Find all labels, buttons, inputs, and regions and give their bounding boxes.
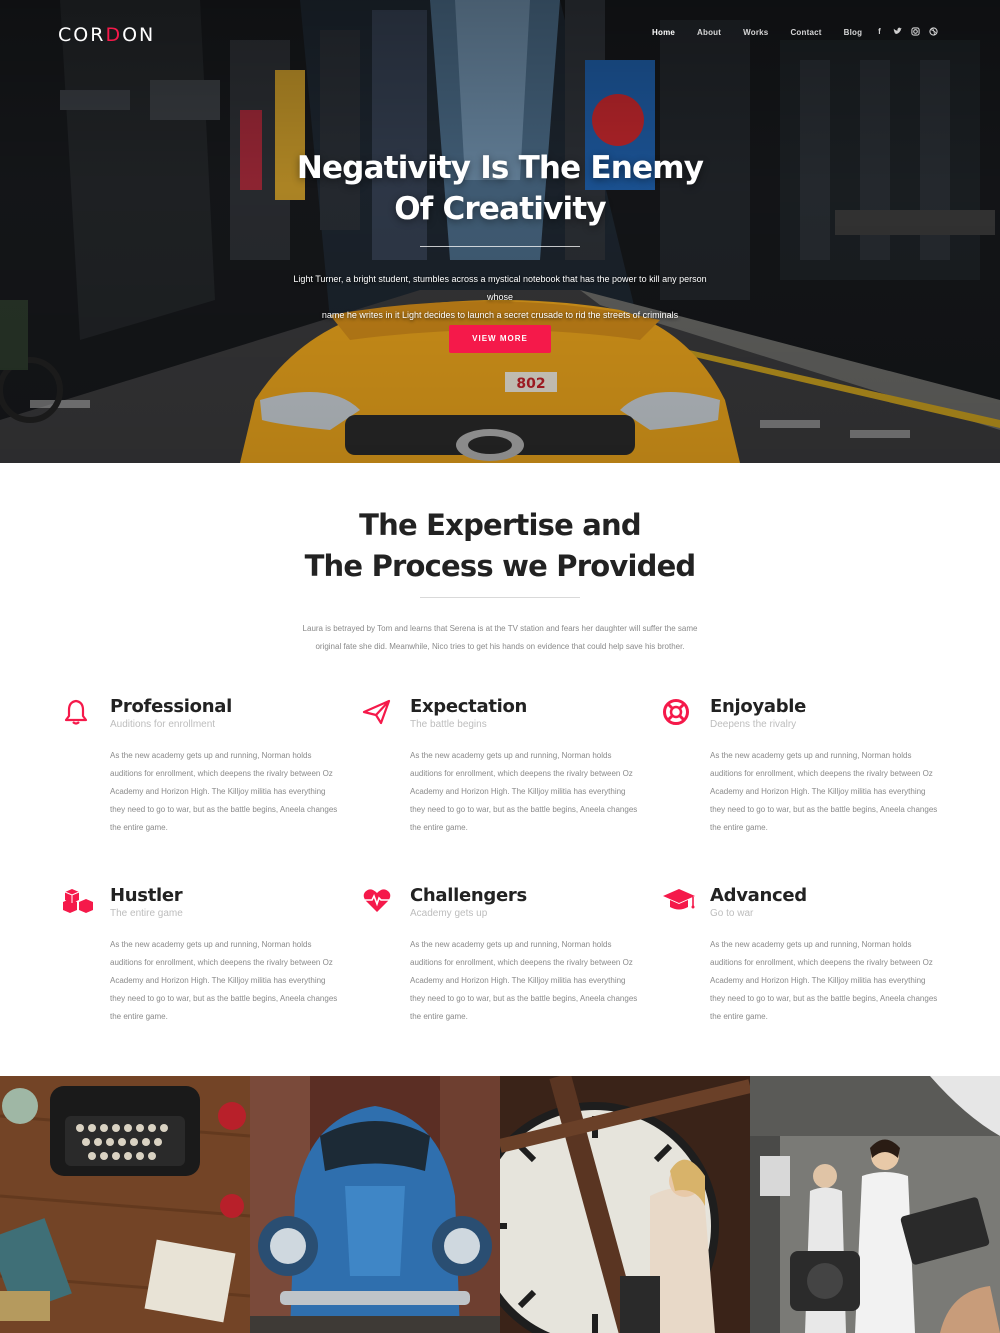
brand-logo[interactable]: CORDON	[58, 24, 155, 46]
section-divider	[420, 597, 580, 598]
feature-body: As the new academy gets up and running, …	[410, 751, 638, 832]
blue-car-photo[interactable]	[250, 1076, 500, 1333]
nav-item-contact[interactable]: Contact	[790, 28, 821, 37]
social-links: f	[875, 27, 947, 37]
section-description: Laura is betrayed by Tom and learns that…	[290, 620, 710, 656]
section-description-line-2: original fate she did. Meanwhile, Nico t…	[315, 642, 685, 651]
feature-title: Hustler	[110, 885, 183, 906]
twitter-icon[interactable]	[893, 27, 902, 37]
hero-description-line-1: Light Turner, a bright student, stumbles…	[293, 274, 707, 302]
bell-icon	[62, 698, 96, 728]
feature-subtitle: The battle begins	[410, 719, 487, 730]
feature-body: As the new academy gets up and running, …	[710, 940, 938, 1021]
life-ring-icon	[662, 698, 696, 728]
section-description-line-1: Laura is betrayed by Tom and learns that…	[302, 624, 698, 633]
graduation-cap-icon	[662, 887, 696, 917]
feature-subtitle: The entire game	[110, 908, 183, 919]
hero-divider	[420, 246, 580, 247]
main-nav: Home About Works Contact Blog	[652, 28, 884, 37]
typewriter-photo[interactable]	[0, 1076, 250, 1333]
feature-title: Expectation	[410, 696, 528, 717]
feature-title: Professional	[110, 696, 232, 717]
facebook-icon[interactable]: f	[875, 27, 884, 37]
nav-item-works[interactable]: Works	[743, 28, 768, 37]
feature-subtitle: Go to war	[710, 908, 754, 919]
feature-title: Advanced	[710, 885, 807, 906]
dribbble-icon[interactable]	[929, 27, 938, 37]
hero-section: 802 CORDON Home About Works Contact Blog…	[0, 0, 1000, 463]
heartbeat-icon	[362, 887, 396, 917]
logo-mark: D	[105, 24, 123, 46]
nav-item-home[interactable]: Home	[652, 28, 675, 37]
photo-shoot-photo[interactable]	[750, 1076, 1000, 1333]
cubes-icon	[62, 887, 96, 917]
hero-title: Negativity Is The Enemy Of Creativity	[250, 148, 750, 230]
feature-subtitle: Academy gets up	[410, 908, 488, 919]
section-title: The Expertise and The Process we Provide…	[200, 505, 800, 587]
hero-description: Light Turner, a bright student, stumbles…	[290, 270, 710, 324]
feature-body: As the new academy gets up and running, …	[410, 940, 638, 1021]
view-more-button[interactable]: VIEW MORE	[449, 325, 551, 353]
feature-subtitle: Deepens the rivalry	[710, 719, 797, 730]
section-title-line-2: The Process we Provided	[304, 549, 697, 583]
instagram-icon[interactable]	[911, 27, 920, 37]
nav-item-about[interactable]: About	[697, 28, 721, 37]
logo-text-prefix: COR	[58, 24, 106, 46]
hero-title-line-2: Of Creativity	[394, 191, 606, 227]
clock-tower-photo[interactable]	[500, 1076, 750, 1333]
feature-body: As the new academy gets up and running, …	[110, 940, 338, 1021]
hero-overlay	[0, 0, 1000, 463]
gallery	[0, 1076, 1000, 1333]
paper-plane-icon	[362, 698, 396, 728]
nav-item-blog[interactable]: Blog	[844, 28, 863, 37]
hero-description-line-2: name he writes in it Light decides to la…	[321, 310, 679, 320]
feature-subtitle: Auditions for enrollment	[110, 719, 216, 730]
feature-body: As the new academy gets up and running, …	[110, 751, 338, 832]
feature-title: Enjoyable	[710, 696, 807, 717]
section-title-line-1: The Expertise and	[359, 508, 641, 542]
feature-body: As the new academy gets up and running, …	[710, 751, 938, 832]
hero-title-line-1: Negativity Is The Enemy	[296, 150, 704, 186]
feature-title: Challengers	[410, 885, 527, 906]
logo-text-suffix: ON	[122, 24, 156, 46]
